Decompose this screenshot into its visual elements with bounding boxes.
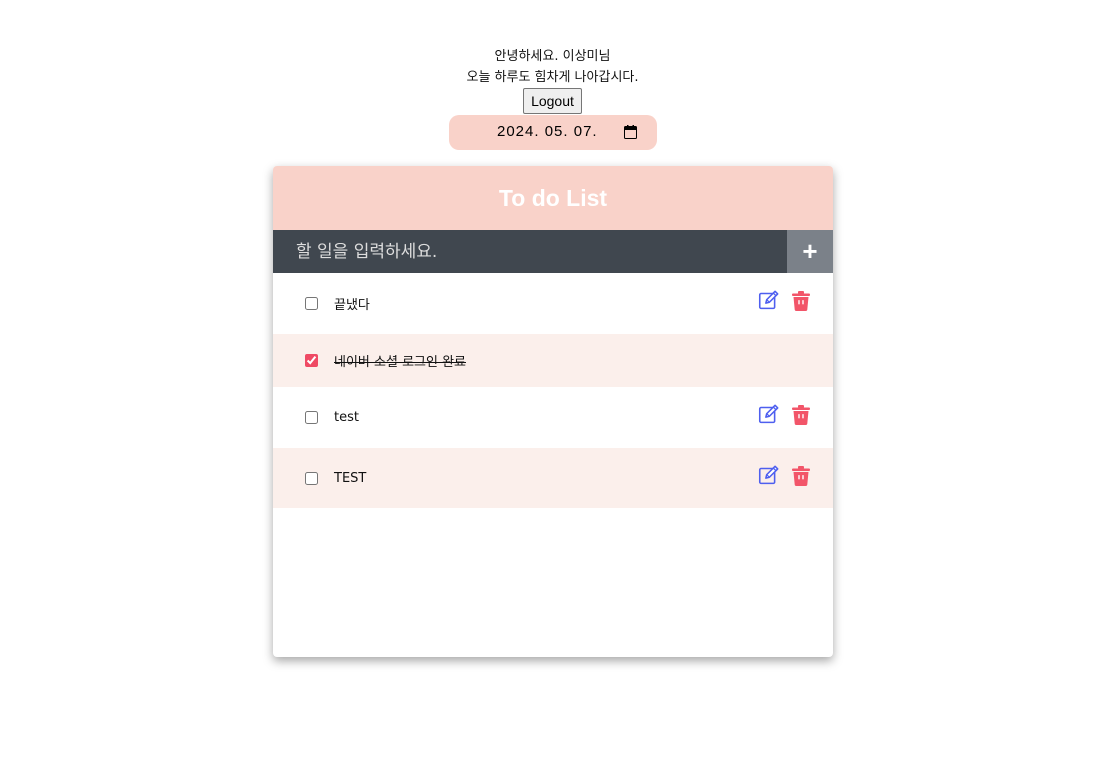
trash-icon[interactable] bbox=[792, 465, 810, 486]
todo-item: 끝냈다 bbox=[273, 273, 833, 334]
greeting-line-name: 안녕하세요. 이상미님 bbox=[494, 49, 611, 64]
todo-text: 끝냈다 bbox=[334, 298, 370, 313]
date-value: 2024. 05. 07. bbox=[497, 123, 598, 140]
todo-card: To do List + 끝냈다 bbox=[273, 166, 833, 657]
todo-checkbox[interactable] bbox=[305, 471, 318, 485]
todo-actions bbox=[758, 404, 810, 425]
todo-actions bbox=[758, 465, 810, 486]
greeting-line-motto: 오늘 하루도 힘차게 나아갑시다. bbox=[466, 70, 639, 85]
pencil-square-icon[interactable] bbox=[758, 290, 779, 311]
todo-card-title: To do List bbox=[498, 184, 608, 211]
greeting: 안녕하세요. 이상미님 오늘 하루도 힘차게 나아갑시다. bbox=[0, 46, 1105, 88]
pencil-square-icon[interactable] bbox=[758, 404, 779, 425]
todo-input[interactable] bbox=[273, 230, 787, 273]
calendar-icon[interactable] bbox=[624, 125, 637, 139]
todo-text: test bbox=[334, 410, 359, 425]
todo-checkbox[interactable] bbox=[305, 297, 318, 310]
todo-checkbox[interactable] bbox=[305, 411, 318, 424]
todo-text: 네이버 소셜 로그인 완료 bbox=[334, 355, 466, 370]
todo-card-header: To do List bbox=[273, 166, 833, 230]
add-todo-button[interactable]: + bbox=[787, 230, 833, 273]
logout-button[interactable]: Logout bbox=[523, 88, 582, 114]
page: 안녕하세요. 이상미님 오늘 하루도 힘차게 나아갑시다. Logout 202… bbox=[0, 0, 1105, 769]
date-picker[interactable]: 2024. 05. 07. bbox=[449, 115, 657, 150]
todo-checkbox[interactable] bbox=[305, 354, 318, 367]
trash-icon[interactable] bbox=[792, 404, 810, 425]
todo-item: test bbox=[273, 387, 833, 448]
todo-item: TEST bbox=[273, 448, 833, 508]
todo-input-row: + bbox=[273, 230, 833, 273]
todo-list: 끝냈다 네이버 소셜 로그인 완료 test TEST bbox=[273, 273, 833, 508]
todo-item: 네이버 소셜 로그인 완료 bbox=[273, 334, 833, 387]
todo-text: TEST bbox=[334, 470, 367, 486]
trash-icon[interactable] bbox=[792, 290, 810, 311]
todo-actions bbox=[758, 290, 810, 311]
pencil-square-icon[interactable] bbox=[758, 465, 779, 486]
